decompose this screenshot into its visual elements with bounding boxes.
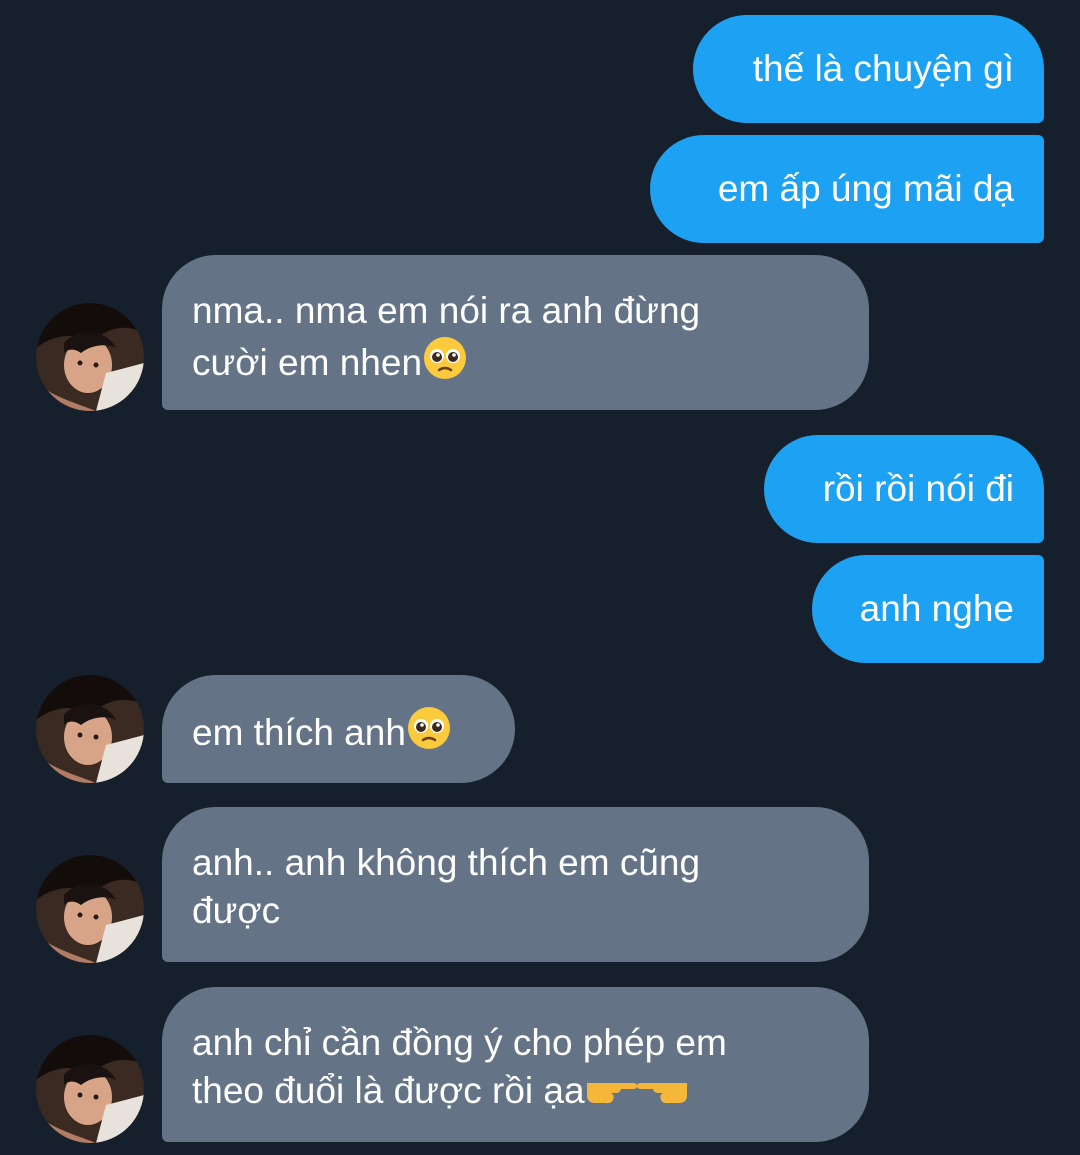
message-text-line: theo đuổi là được rồi ạa [192, 1067, 839, 1121]
received-message-bubble[interactable]: nma.. nma em nói ra anh đừng cười em nhe… [162, 255, 869, 410]
message-text: cười em nhen [192, 342, 423, 383]
message-text: anh nghe [859, 588, 1014, 629]
sent-message-bubble[interactable]: em ấp úng mãi dạ [650, 135, 1044, 243]
profile-photo-icon [36, 675, 144, 783]
avatar[interactable] [36, 855, 144, 963]
avatar[interactable] [36, 1035, 144, 1143]
message-text-line: cười em nhen [192, 335, 839, 393]
message-text: anh chỉ cần đồng ý cho phép em [192, 1022, 727, 1063]
profile-photo-icon [36, 855, 144, 963]
sent-message-bubble[interactable]: rồi rồi nói đi [764, 435, 1044, 543]
message-text: nma.. nma em nói ra anh đừng [192, 290, 701, 331]
message-text: anh.. anh không thích em cũng [192, 842, 701, 883]
sent-message-bubble[interactable]: thế là chuyện gì [693, 15, 1044, 123]
received-message-bubble[interactable]: anh.. anh không thích em cũng được [162, 807, 869, 962]
message-text: em thích anh [192, 712, 406, 753]
message-text: rồi rồi nói đi [822, 468, 1014, 509]
sent-message-bubble[interactable]: anh nghe [812, 555, 1044, 663]
profile-photo-icon [36, 1035, 144, 1143]
profile-photo-icon [36, 303, 144, 411]
pleading-face-icon [406, 705, 452, 763]
received-message-bubble[interactable]: anh chỉ cần đồng ý cho phép em theo đuổi… [162, 987, 869, 1142]
message-text: thế là chuyện gì [752, 48, 1014, 89]
avatar[interactable] [36, 675, 144, 783]
pleading-face-icon [422, 335, 468, 393]
avatar[interactable] [36, 303, 144, 411]
message-text: theo đuổi là được rồi ạa [192, 1070, 585, 1111]
message-text: được [192, 890, 281, 931]
message-text-line: em thích anh [192, 705, 485, 763]
message-text: em ấp úng mãi dạ [717, 168, 1014, 209]
received-message-bubble[interactable]: em thích anh [162, 675, 515, 783]
pointing-fingers-icon [585, 1069, 689, 1121]
